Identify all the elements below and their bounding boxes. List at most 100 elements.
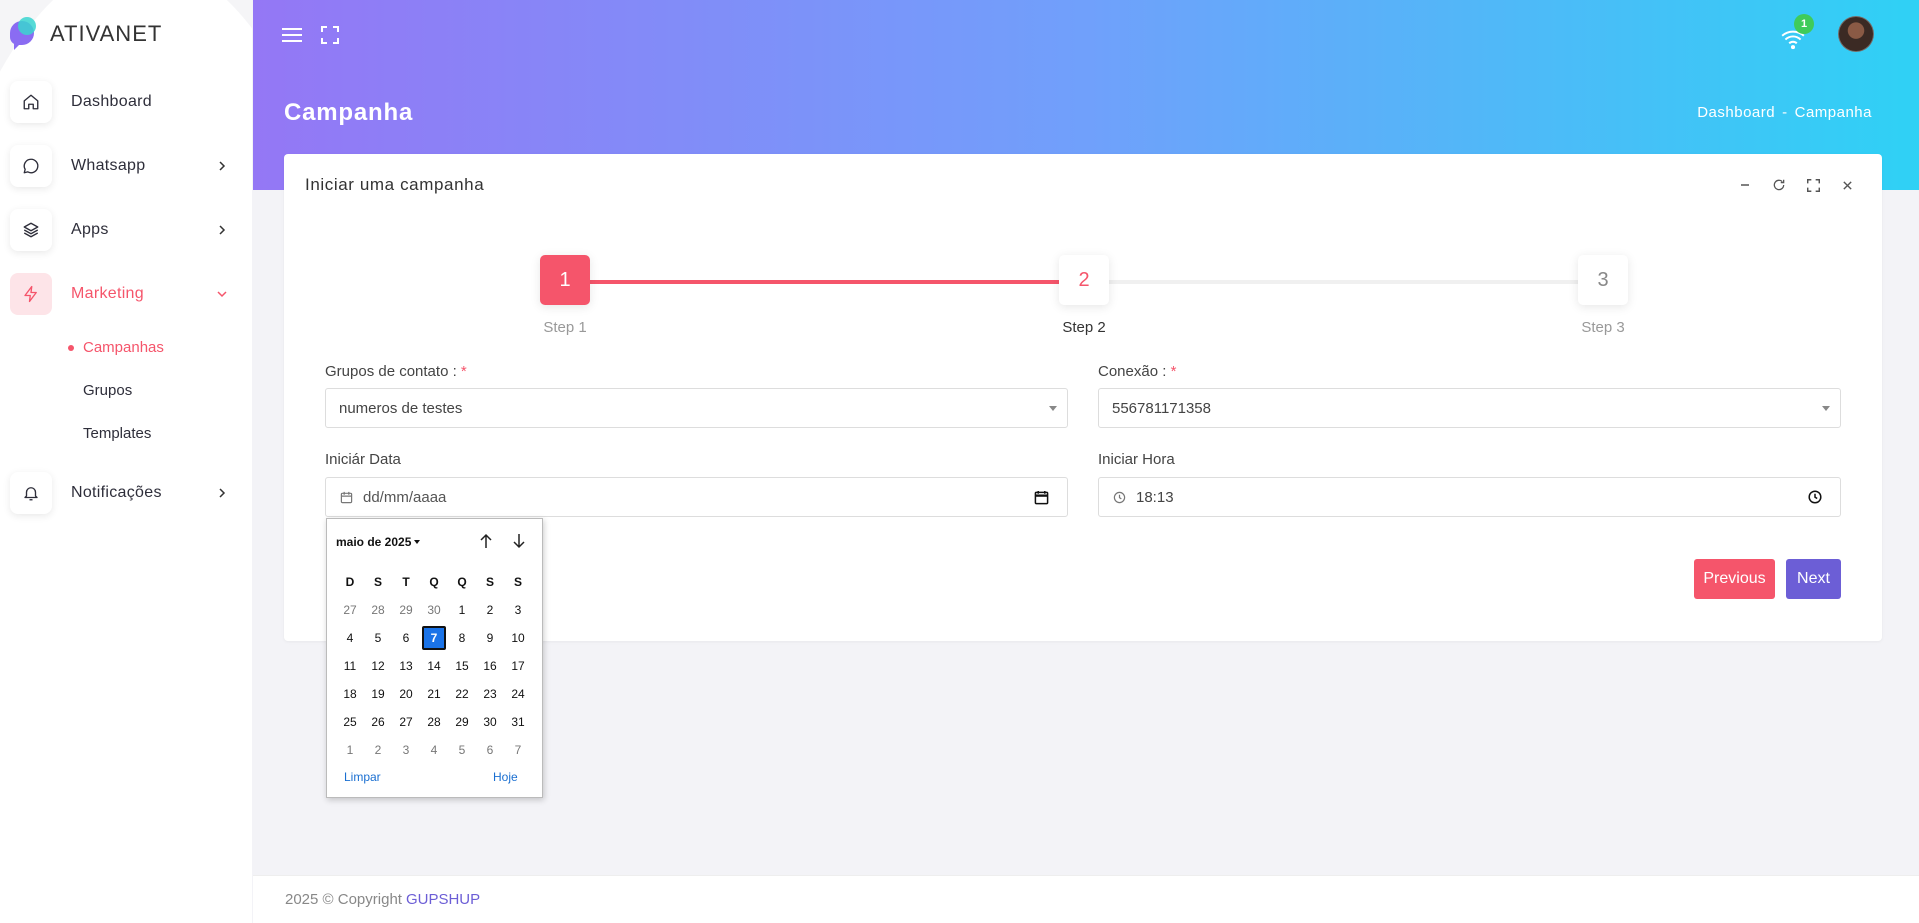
- calendar-day[interactable]: 5: [448, 736, 476, 764]
- calendar-day[interactable]: 19: [364, 680, 392, 708]
- user-avatar[interactable]: [1838, 16, 1874, 52]
- calendar-day[interactable]: 22: [448, 680, 476, 708]
- minimize-card-button[interactable]: [1736, 176, 1754, 194]
- calendar-day[interactable]: 12: [364, 652, 392, 680]
- calendar-day[interactable]: 28: [364, 596, 392, 624]
- calendar-day-number: 10: [511, 631, 525, 645]
- start-time-input[interactable]: 18:13: [1098, 477, 1841, 517]
- brand[interactable]: ATIVANET: [0, 0, 252, 68]
- calendar-day-number: 30: [483, 715, 497, 729]
- sidebar-item-apps[interactable]: Apps: [0, 198, 252, 262]
- calendar-day[interactable]: 27: [336, 596, 364, 624]
- calendar-day[interactable]: 20: [392, 680, 420, 708]
- calendar-day[interactable]: 3: [392, 736, 420, 764]
- calendar-day-selected[interactable]: 7: [420, 624, 448, 652]
- footer-copyright: 2025 © Copyright: [285, 891, 402, 908]
- calendar-day[interactable]: 7: [504, 736, 532, 764]
- calendar-day-number: 6: [486, 743, 494, 757]
- calendar-day[interactable]: 27: [392, 708, 420, 736]
- stepper-progress-line: [540, 280, 1060, 284]
- breadcrumb-dashboard[interactable]: Dashboard: [1697, 104, 1775, 121]
- clock-icon: [1113, 491, 1126, 504]
- calendar-day[interactable]: 10: [504, 624, 532, 652]
- chevron-down-icon: [214, 286, 230, 302]
- chat-icon: [10, 145, 52, 187]
- menu-toggle-button[interactable]: [279, 22, 305, 48]
- next-month-button[interactable]: [509, 531, 529, 551]
- marketing-submenu: Campanhas Grupos Templates: [0, 326, 252, 455]
- sidebar-subitem-grupos[interactable]: Grupos: [68, 369, 252, 412]
- calendar-day[interactable]: 31: [504, 708, 532, 736]
- breadcrumb: Dashboard - Campanha: [1697, 104, 1872, 121]
- sidebar-subitem-campanhas[interactable]: Campanhas: [68, 326, 252, 369]
- calendar-day[interactable]: 29: [392, 596, 420, 624]
- next-button[interactable]: Next: [1786, 559, 1841, 599]
- calendar-day[interactable]: 2: [364, 736, 392, 764]
- calendar-day[interactable]: 26: [364, 708, 392, 736]
- calendar-day[interactable]: 11: [336, 652, 364, 680]
- calendar-day[interactable]: 6: [392, 624, 420, 652]
- calendar-day[interactable]: 9: [476, 624, 504, 652]
- hora-label: Iniciar Hora: [1098, 451, 1175, 468]
- calendar-day[interactable]: 29: [448, 708, 476, 736]
- calendar-day[interactable]: 16: [476, 652, 504, 680]
- expand-icon: [321, 26, 339, 44]
- previous-month-button[interactable]: [476, 531, 496, 551]
- calendar-day[interactable]: 28: [420, 708, 448, 736]
- calendar-day[interactable]: 23: [476, 680, 504, 708]
- calendar-day[interactable]: 2: [476, 596, 504, 624]
- calendar-day[interactable]: 1: [336, 736, 364, 764]
- calendar-day[interactable]: 3: [504, 596, 532, 624]
- refresh-card-button[interactable]: [1770, 176, 1788, 194]
- step-2-button[interactable]: 2: [1059, 255, 1109, 305]
- calendar-day[interactable]: 13: [392, 652, 420, 680]
- hamburger-icon: [282, 28, 302, 42]
- calendar-day[interactable]: 4: [336, 624, 364, 652]
- sidebar-item-marketing[interactable]: Marketing: [0, 262, 252, 326]
- calendar-day[interactable]: 15: [448, 652, 476, 680]
- calendar-day[interactable]: 14: [420, 652, 448, 680]
- sidebar-subitem-templates[interactable]: Templates: [68, 412, 252, 455]
- calendar-day[interactable]: 24: [504, 680, 532, 708]
- step-1-button[interactable]: 1: [540, 255, 590, 305]
- step-3-button[interactable]: 3: [1578, 255, 1628, 305]
- sidebar-item-dashboard[interactable]: Dashboard: [0, 70, 252, 134]
- calendar-day[interactable]: 18: [336, 680, 364, 708]
- conexao-select[interactable]: 556781171358: [1098, 388, 1841, 428]
- fullscreen-button[interactable]: [317, 22, 343, 48]
- calendar-day[interactable]: 8: [448, 624, 476, 652]
- calendar-day[interactable]: 30: [476, 708, 504, 736]
- today-button[interactable]: Hoje: [493, 770, 518, 784]
- start-date-input[interactable]: dd/mm/aaaa: [325, 477, 1068, 517]
- connection-status-button[interactable]: 1: [1780, 14, 1814, 50]
- date-picker-icon[interactable]: [1034, 490, 1049, 505]
- step-2-label: Step 2: [1062, 319, 1106, 336]
- month-year-selector[interactable]: maio de 2025: [336, 535, 421, 549]
- calendar-day[interactable]: 5: [364, 624, 392, 652]
- calendar-day[interactable]: 17: [504, 652, 532, 680]
- close-card-button[interactable]: [1838, 176, 1856, 194]
- sidebar-item-label: Notificações: [71, 484, 162, 501]
- grupos-select[interactable]: numeros de testes: [325, 388, 1068, 428]
- clear-date-button[interactable]: Limpar: [344, 770, 381, 784]
- previous-button[interactable]: Previous: [1694, 559, 1775, 599]
- sidebar-item-notificacoes[interactable]: Notificações: [0, 461, 252, 525]
- calendar-day[interactable]: 30: [420, 596, 448, 624]
- calendar-day-number: 8: [458, 631, 466, 645]
- calendar-day-number: 21: [427, 687, 441, 701]
- calendar-day[interactable]: 21: [420, 680, 448, 708]
- expand-card-button[interactable]: [1804, 176, 1822, 194]
- footer: 2025 © Copyright GUPSHUP: [253, 875, 1919, 923]
- chevron-right-icon: [214, 158, 230, 174]
- calendar-day-number: 23: [483, 687, 497, 701]
- calendar-day[interactable]: 1: [448, 596, 476, 624]
- required-mark: *: [1170, 363, 1177, 380]
- lightning-icon: [10, 273, 52, 315]
- calendar-day-number: 25: [343, 715, 357, 729]
- footer-brand-link[interactable]: GUPSHUP: [406, 891, 480, 908]
- calendar-day[interactable]: 6: [476, 736, 504, 764]
- calendar-day[interactable]: 25: [336, 708, 364, 736]
- time-picker-icon[interactable]: [1808, 490, 1822, 504]
- sidebar-item-whatsapp[interactable]: Whatsapp: [0, 134, 252, 198]
- calendar-day[interactable]: 4: [420, 736, 448, 764]
